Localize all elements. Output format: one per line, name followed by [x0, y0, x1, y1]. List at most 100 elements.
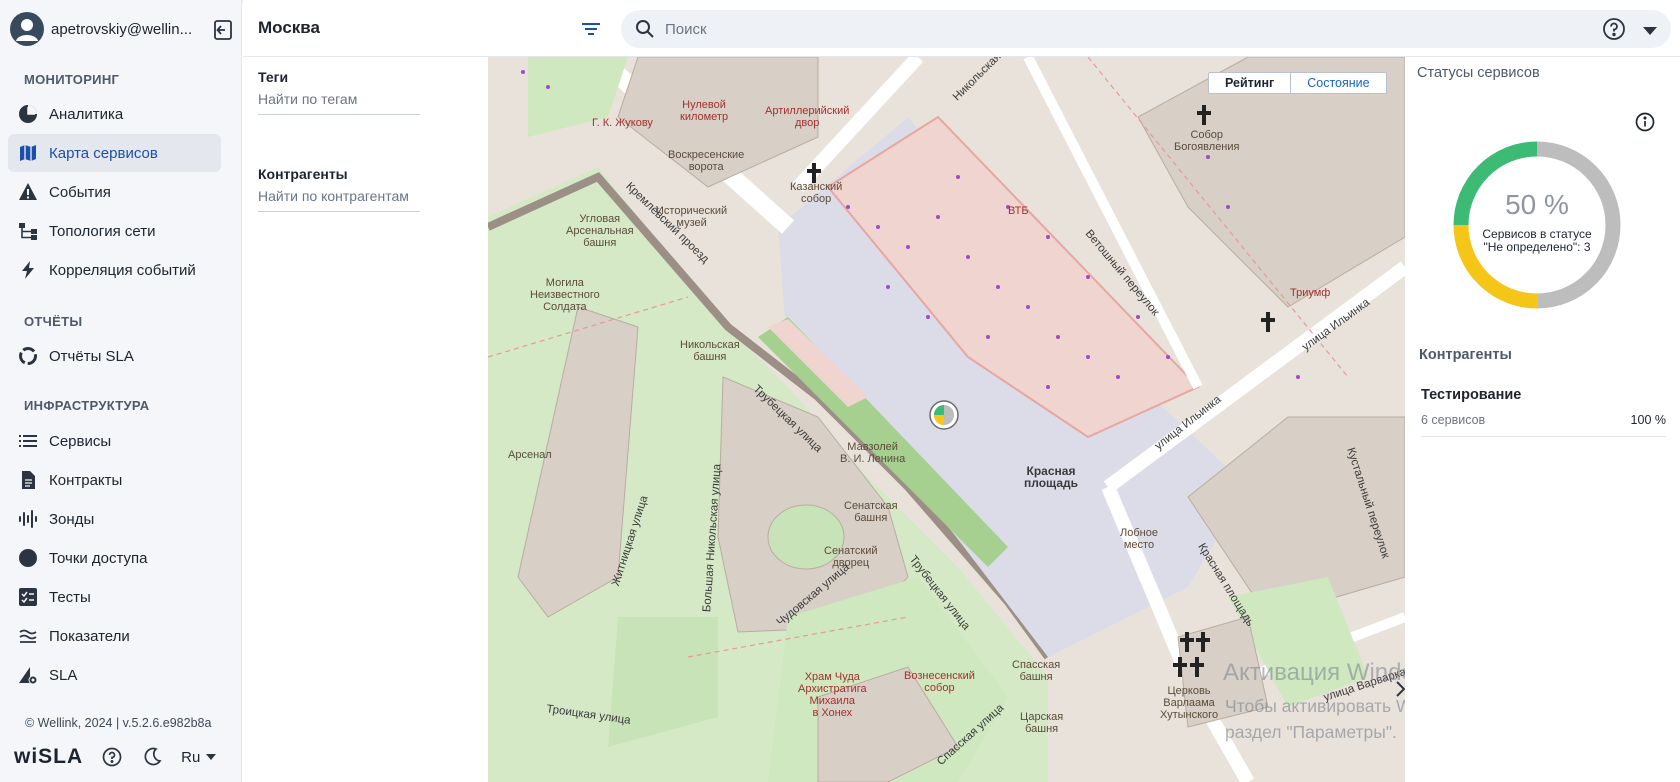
- tags-search-field[interactable]: Найти по тегам: [258, 87, 420, 115]
- info-icon[interactable]: [1635, 112, 1655, 132]
- sidebar-item-label: Отчёты SLA: [49, 347, 134, 365]
- language-select[interactable]: Ru: [181, 748, 217, 766]
- avatar[interactable]: [10, 12, 44, 46]
- language-value: Ru: [181, 748, 201, 766]
- sidebar-item-analytics[interactable]: Аналитика: [8, 95, 221, 133]
- windows-watermark-text: Чтобы активировать Windows, перейдите в …: [1225, 696, 1405, 742]
- section-monitoring: МОНИТОРИНГ: [24, 72, 120, 87]
- map-label-epiphany: Собор Богоявления: [1174, 129, 1240, 153]
- sidebar-item-label: Тесты: [49, 588, 91, 606]
- search-bar[interactable]: [621, 10, 1671, 48]
- help-icon[interactable]: [101, 746, 123, 768]
- map-label-triumph: Триумф: [1290, 287, 1331, 299]
- chevron-right-icon[interactable]: [1392, 678, 1405, 700]
- network-icon: [17, 220, 39, 242]
- agent-name[interactable]: Тестирование: [1421, 387, 1521, 403]
- chevron-down-icon: [206, 754, 217, 760]
- service-map[interactable]: Рейтинг Состояние Красная площадь ВТБ Ма…: [488, 57, 1405, 782]
- section-reports: ОТЧЁТЫ: [24, 314, 83, 329]
- pie-chart-icon: [17, 103, 39, 125]
- status-panel-title: Статусы сервисов: [1417, 65, 1540, 81]
- agent-services-count: 6 сервисов: [1421, 413, 1486, 427]
- map-label-tsarskaya-tower: Царская башня: [1020, 711, 1064, 735]
- metrics-icon: [17, 625, 39, 647]
- sidebar-item-label: Аналитика: [49, 105, 124, 123]
- sidebar-item-access-points[interactable]: Точки доступа: [8, 539, 221, 577]
- help-icon[interactable]: [1602, 17, 1626, 41]
- sidebar: apetrovskiy@wellin... МОНИТОРИНГ Аналити…: [0, 0, 242, 782]
- status-donut-chart[interactable]: [1447, 135, 1627, 315]
- dark-mode-moon-icon[interactable]: [141, 746, 163, 768]
- sidebar-item-probes[interactable]: Зонды: [8, 500, 221, 538]
- sidebar-item-metrics[interactable]: Показатели: [8, 617, 221, 655]
- sidebar-item-tests[interactable]: Тесты: [8, 578, 221, 616]
- sidebar-item-topology[interactable]: Топология сети: [8, 212, 221, 250]
- sidebar-item-sla-reports[interactable]: Отчёты SLA: [8, 337, 221, 375]
- sidebar-item-services-map[interactable]: Карта сервисов: [8, 134, 221, 172]
- sidebar-item-label: Сервисы: [49, 432, 112, 450]
- map-label-kazan: Казанский собор: [790, 181, 843, 205]
- dot-icon: [17, 547, 39, 569]
- filter-icon[interactable]: [579, 17, 605, 41]
- checklist-icon: [17, 586, 39, 608]
- list-icon: [17, 430, 39, 452]
- agent-percent: 100 %: [1630, 413, 1666, 427]
- user-row[interactable]: apetrovskiy@wellin...: [10, 12, 235, 46]
- sidebar-item-label: Зонды: [49, 510, 95, 528]
- topbar: Москва: [243, 0, 1680, 57]
- agents-search-field[interactable]: Найти по контрагентам: [258, 184, 420, 212]
- chevron-down-icon[interactable]: [1643, 22, 1657, 35]
- sidebar-item-correlation[interactable]: Корреляция событий: [8, 251, 221, 289]
- sidebar-item-label: Корреляция событий: [49, 261, 196, 279]
- sidebar-item-sla[interactable]: SLA: [8, 656, 221, 694]
- sidebar-item-label: Контракты: [49, 471, 123, 489]
- donut-percent: 50 %: [1505, 189, 1569, 220]
- service-status-marker[interactable]: [929, 400, 959, 430]
- agent-row[interactable]: 6 сервисов 100 %: [1421, 413, 1666, 437]
- warning-icon: [17, 181, 39, 203]
- map-label-zhukov: Г. К. Жукову: [592, 117, 653, 129]
- map-label-spasskaya-tower: Спасская башня: [1012, 659, 1061, 683]
- sidebar-item-label: Показатели: [49, 627, 130, 645]
- sidebar-item-label: SLA: [49, 666, 78, 684]
- toggle-state[interactable]: Состояние: [1291, 73, 1385, 93]
- agents-title: Контрагенты: [258, 166, 348, 182]
- windows-watermark-title: Активация Windows: [1223, 659, 1405, 686]
- map-label-unknown-soldier: Могила Неизвестного Солдата: [530, 277, 600, 313]
- toggle-rating[interactable]: Рейтинг: [1209, 73, 1292, 93]
- status-panel: Статусы сервисов 50 % Сервисов в статусе…: [1405, 57, 1680, 782]
- logout-icon[interactable]: [211, 18, 235, 42]
- document-icon: [17, 469, 39, 491]
- map-label-chudov: Храм Чуда Архистратига Михаила в Хонех: [798, 671, 867, 719]
- map-icon: [17, 142, 39, 164]
- progress-circle-icon: [17, 345, 39, 367]
- lightning-icon: [17, 259, 39, 281]
- map-label-artillery: Артиллерийский двор: [765, 105, 850, 129]
- map-mode-toggle[interactable]: Рейтинг Состояние: [1208, 72, 1387, 94]
- donut-description: Сервисов в статусе "Не определено": 3: [1482, 227, 1592, 254]
- sidebar-item-label: Точки доступа: [49, 549, 148, 567]
- map-label-resurrection: Воскресенские ворота: [668, 149, 745, 173]
- search-input[interactable]: [665, 20, 1565, 38]
- sidebar-footer: wiSLA Ru: [14, 744, 234, 770]
- section-infrastructure: ИНФРАСТРУКТУРА: [24, 398, 150, 413]
- sidebar-item-label: События: [49, 183, 111, 201]
- map-label-varlaam: Церковь Варлаама Хутынского: [1160, 685, 1219, 721]
- map-label-senate-palace: Сенатский дворец: [824, 545, 878, 569]
- tags-title: Теги: [258, 69, 289, 85]
- user-email: apetrovskiy@wellin...: [51, 20, 191, 38]
- map-label-nikolskaya-tower: Никольская башня: [680, 339, 740, 363]
- probe-icon: [17, 508, 39, 530]
- sidebar-item-label: Карта сервисов: [49, 144, 158, 162]
- sidebar-item-label: Топология сети: [49, 222, 156, 240]
- sidebar-item-contracts[interactable]: Контракты: [8, 461, 221, 499]
- sidebar-item-services[interactable]: Сервисы: [8, 422, 221, 460]
- page-title: Москва: [258, 18, 320, 37]
- sidebar-item-events[interactable]: События: [8, 173, 221, 211]
- search-icon: [636, 20, 654, 38]
- map-label-red-square: Красная площадь: [1024, 464, 1078, 490]
- map-label-zero-km: Нулевой километр: [680, 99, 729, 123]
- map-label-arsenal: Арсенал: [508, 449, 552, 461]
- copyright: © Wellink, 2024 | v.5.2.6.e982b8a: [25, 716, 212, 730]
- wisla-logo: wiSLA: [14, 745, 84, 768]
